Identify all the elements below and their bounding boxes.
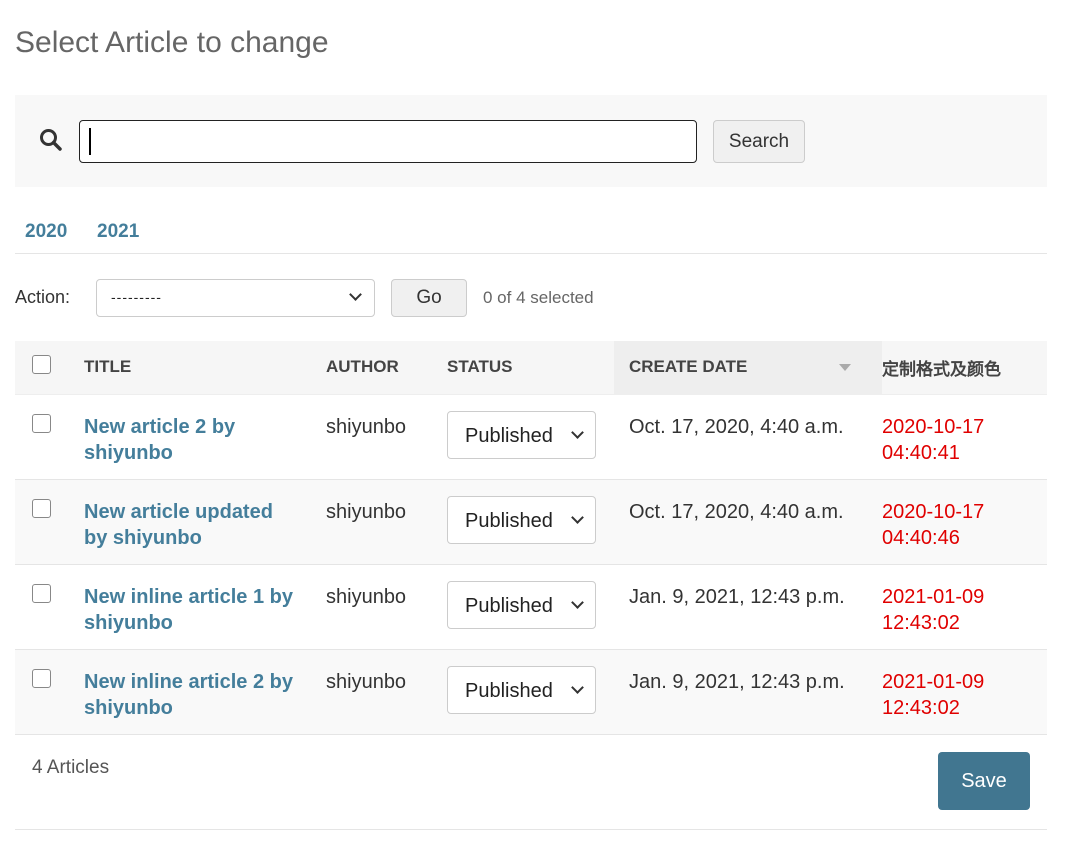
create-date-cell: Jan. 9, 2021, 12:43 p.m. (614, 564, 882, 650)
custom-time-line: 12:43:02 (882, 611, 960, 634)
custom-time-line: 04:40:46 (882, 526, 960, 549)
search-toolbar: Search (15, 95, 1047, 187)
title-cell: New article 2 by shiyunbo (84, 394, 326, 480)
status-select[interactable]: Published (447, 580, 596, 629)
status-cell: Published (447, 394, 614, 480)
table-row: New inline article 1 by shiyunbo shiyunb… (15, 564, 1047, 650)
status-select[interactable]: Published (447, 665, 596, 714)
create-date-cell: Oct. 17, 2020, 4:40 a.m. (614, 479, 882, 565)
chevron-down-icon (571, 510, 584, 524)
author-cell: shiyunbo (326, 394, 447, 480)
status-cell: Published (447, 649, 614, 735)
result-count: 4 Articles (32, 757, 110, 778)
status-cell: Published (447, 479, 614, 565)
action-select[interactable]: --------- (96, 279, 375, 317)
custom-date-cell: 2021-01-09 12:43:02 (882, 564, 1047, 650)
page-title: Select Article to change (15, 26, 329, 59)
table-row: New article 2 by shiyunbo shiyunbo Publi… (15, 394, 1047, 480)
title-cell: New article updated by shiyunbo (84, 479, 326, 565)
row-checkbox[interactable] (32, 498, 51, 518)
status-select-value: Published (465, 594, 553, 617)
custom-date-cell: 2021-01-09 12:43:02 (882, 649, 1047, 735)
save-button[interactable]: Save (938, 752, 1030, 810)
table-row: New article updated by shiyunbo shiyunbo… (15, 479, 1047, 565)
select-all-checkbox[interactable] (32, 355, 51, 375)
create-date-cell: Jan. 9, 2021, 12:43 p.m. (614, 649, 882, 735)
column-header-custom: 定制格式及颜色 (882, 341, 1047, 395)
table-row: New inline article 2 by shiyunbo shiyunb… (15, 649, 1047, 735)
custom-date-line: 2020-10-17 (882, 415, 985, 438)
status-select[interactable]: Published (447, 410, 596, 459)
column-header-status[interactable]: STATUS (447, 341, 614, 395)
column-header-create-date-label: CREATE DATE (629, 357, 748, 377)
results-table: TITLE AUTHOR STATUS CREATE DATE 定制格式及颜色 … (15, 341, 1047, 735)
actions-bar: Action: --------- Go 0 of 4 selected (15, 278, 1047, 318)
custom-date-line: 2020-10-17 (882, 500, 985, 523)
chevron-down-icon (571, 595, 584, 609)
column-header-author[interactable]: AUTHOR (326, 341, 447, 395)
custom-date-cell: 2020-10-17 04:40:46 (882, 479, 1047, 565)
custom-date-line: 2021-01-09 (882, 585, 985, 608)
search-input[interactable] (79, 120, 697, 163)
table-header-row: TITLE AUTHOR STATUS CREATE DATE 定制格式及颜色 (15, 341, 1047, 395)
chevron-down-icon (349, 288, 362, 301)
selection-counter: 0 of 4 selected (483, 288, 594, 307)
search-icon (40, 129, 62, 151)
row-select-cell (15, 564, 84, 650)
create-date-cell: Oct. 17, 2020, 4:40 a.m. (614, 394, 882, 480)
date-hierarchy: 2020 2021 (15, 221, 1047, 254)
row-checkbox[interactable] (32, 583, 51, 603)
select-all-cell (15, 341, 84, 395)
date-link-2021[interactable]: 2021 (97, 221, 139, 243)
row-select-cell (15, 394, 84, 480)
author-cell: shiyunbo (326, 479, 447, 565)
row-select-cell (15, 479, 84, 565)
chevron-down-icon (571, 680, 584, 694)
chevron-down-icon (571, 425, 584, 439)
title-cell: New inline article 2 by shiyunbo (84, 649, 326, 735)
action-label: Action: (15, 287, 71, 307)
custom-date-cell: 2020-10-17 04:40:41 (882, 394, 1047, 480)
go-button[interactable]: Go (391, 279, 467, 317)
text-caret (89, 128, 91, 155)
article-title-link[interactable]: New article 2 by shiyunbo (84, 414, 299, 466)
custom-time-line: 04:40:41 (882, 441, 960, 464)
paginator: 4 Articles Save (15, 732, 1047, 830)
author-cell: shiyunbo (326, 564, 447, 650)
custom-time-line: 12:43:02 (882, 696, 960, 719)
date-link-2020[interactable]: 2020 (25, 221, 67, 243)
custom-date-line: 2021-01-09 (882, 670, 985, 693)
row-checkbox[interactable] (32, 668, 51, 688)
row-checkbox[interactable] (32, 413, 51, 433)
action-select-value: --------- (111, 289, 162, 305)
status-select[interactable]: Published (447, 495, 596, 544)
column-header-create-date[interactable]: CREATE DATE (614, 341, 882, 395)
status-select-value: Published (465, 509, 553, 532)
article-title-link[interactable]: New article updated by shiyunbo (84, 499, 299, 551)
author-cell: shiyunbo (326, 649, 447, 735)
row-select-cell (15, 649, 84, 735)
status-select-value: Published (465, 679, 553, 702)
article-title-link[interactable]: New inline article 2 by shiyunbo (84, 669, 299, 721)
search-button[interactable]: Search (713, 120, 805, 163)
status-select-value: Published (465, 424, 553, 447)
column-header-title[interactable]: TITLE (84, 341, 326, 395)
sort-descending-icon[interactable] (839, 364, 852, 372)
status-cell: Published (447, 564, 614, 650)
title-cell: New inline article 1 by shiyunbo (84, 564, 326, 650)
article-title-link[interactable]: New inline article 1 by shiyunbo (84, 584, 299, 636)
